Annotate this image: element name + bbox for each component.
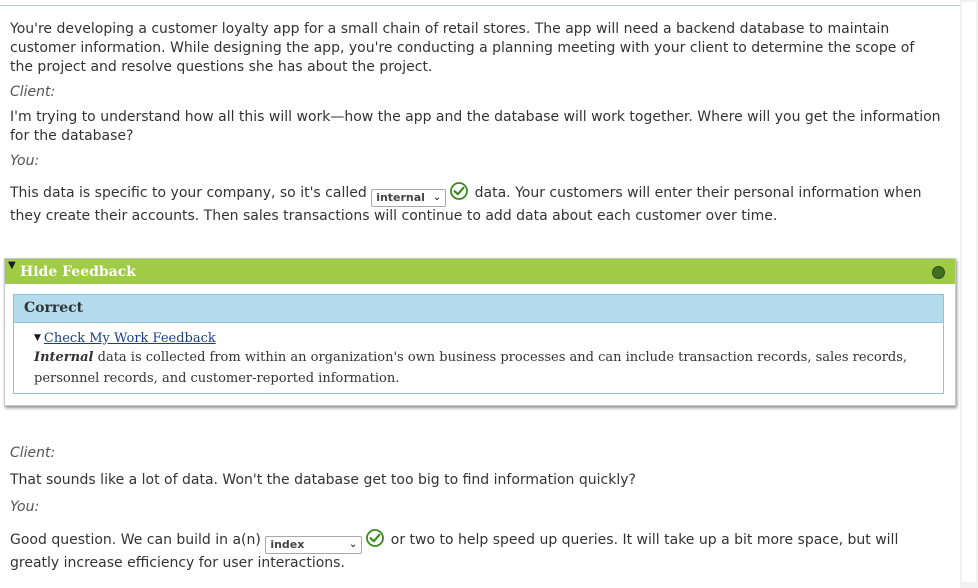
question-content-2: Client: That sounds like a lot of data. … [10, 444, 945, 573]
data-type-select[interactable]: internal ⌄ [371, 189, 447, 207]
result-title: Correct [14, 295, 943, 323]
check-circle-icon [366, 529, 385, 547]
client-label: Client: [10, 84, 56, 100]
feedback-header[interactable]: ▼ Hide Feedback [5, 259, 955, 284]
you-label: You: [10, 153, 40, 169]
select-value-2: index [270, 538, 305, 551]
client-question-2: That sounds like a lot of data. Won't th… [10, 472, 636, 488]
answer-paragraph-2: Good question. We can build in a(n) inde… [10, 529, 945, 573]
chevron-down-icon: ⌄ [348, 539, 358, 550]
answer-paragraph: This data is specific to your company, s… [10, 182, 945, 226]
you-label-2: You: [10, 499, 40, 515]
feedback-term: Internal [34, 350, 94, 365]
status-dot-icon [932, 266, 945, 279]
collapse-arrow-icon: ▼ [8, 260, 16, 271]
select-value: internal [376, 191, 425, 204]
answer-text-before: This data is specific to your company, s… [10, 185, 367, 201]
chevron-down-icon: ⌄ [432, 192, 442, 203]
check-my-work-link[interactable]: Check My Work Feedback [44, 331, 216, 346]
scrollbar[interactable] [960, 0, 978, 588]
expand-arrow-icon: ▼ [34, 333, 41, 343]
client-question: I'm trying to understand how all this wi… [10, 109, 941, 144]
feedback-text: data is collected from within an organiz… [34, 350, 908, 386]
correct-panel: Correct ▼ Check My Work Feedback Internal… [13, 294, 944, 394]
question-content: You're developing a customer loyalty app… [10, 20, 945, 226]
answer-text-before-2: Good question. We can build in a(n) [10, 532, 261, 548]
check-circle-icon [450, 182, 469, 200]
feedback-body: ▼ Check My Work Feedback Internal data is… [14, 323, 943, 389]
hide-feedback-toggle[interactable]: Hide Feedback [20, 264, 136, 280]
top-divider [0, 5, 960, 6]
client-label-2: Client: [10, 445, 56, 461]
feedback-link-row: ▼ Check My Work Feedback [34, 330, 933, 347]
speed-feature-select[interactable]: index ⌄ [265, 536, 363, 554]
feedback-explanation: Internal data is collected from within a… [34, 347, 933, 389]
scrollbar-thumb[interactable] [962, 2, 976, 582]
scenario-intro: You're developing a customer loyalty app… [10, 21, 915, 75]
feedback-box: ▼ Hide Feedback Correct ▼ Check My Work F… [4, 258, 956, 406]
